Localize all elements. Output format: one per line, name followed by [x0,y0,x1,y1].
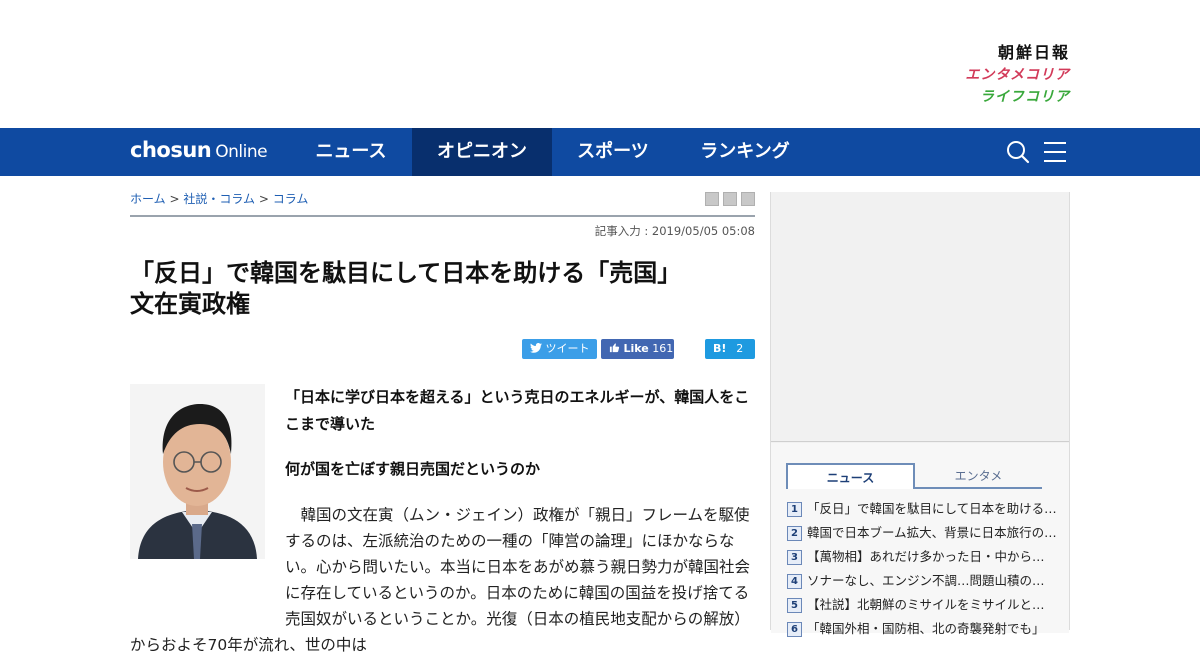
ad-slot [771,192,1069,442]
facebook-like-button[interactable]: Like 161 [601,339,674,359]
logo-text: chosun [130,138,212,162]
rank-number: 2 [787,526,802,541]
tweet-button[interactable]: ツイート [522,339,597,359]
ranking-title: ソナーなし、エンジン不調…問題山積の潜水艦 [807,573,1057,588]
ranking-title: 韓国で日本ブーム拡大、背景に日本旅行の大衆化 [807,525,1057,540]
logo-suffix: Online [215,142,268,162]
nav-sports[interactable]: スポーツ [552,128,674,176]
hamburger-menu-icon[interactable] [1044,142,1066,162]
article-headline: 「反日」で韓国を駄目にして日本を助ける「売国」 文在寅政権 [130,258,755,320]
text-size-icon[interactable] [723,192,737,206]
entame-korea-logo[interactable]: エンタメコリア [965,66,1070,88]
ranking-item[interactable]: 4 ソナーなし、エンジン不調…問題山積の潜水艦 [787,572,1057,596]
print-icon[interactable] [705,192,719,206]
rank-number: 3 [787,550,802,565]
article-subhead-2: 何が国を亡ぼす親日売国だというのか [285,460,541,478]
sidebar: ニュース エンタメ 1「反日」で韓国を駄目にして日本を助ける「売国」文在寅政権 … [770,192,1070,637]
rank-number: 5 [787,598,802,613]
ranking-title: 「韓国外相・国防相、北の奇襲発射でも」 [807,621,1045,636]
breadcrumb-home[interactable]: ホーム [130,192,166,206]
nav-opinion[interactable]: オピニオン [412,128,552,176]
ranking-item[interactable]: 6 「韓国外相・国防相、北の奇襲発射でも」 [787,620,1057,644]
chosun-ilbo-logo[interactable]: 朝鮮日報 [965,44,1070,66]
tab-entame[interactable]: エンタメ [915,463,1042,489]
ranking-title: 「反日」で韓国を駄目にして日本を助ける「売国」文在寅政権 [807,501,1057,516]
hatena-count: 2 [736,342,744,355]
header-divider [130,215,755,217]
ranking-list: 1 「反日」で韓国を駄目にして日本を助ける「売国」文在寅政権 2 韓国で日本ブーム拡… [787,500,1057,644]
thumbs-up-icon [609,343,620,353]
ranking-item[interactable]: 1 「反日」で韓国を駄目にして日本を助ける「売国」文在寅政権 [787,500,1057,524]
headline-line-2: 文在寅政権 [130,290,250,318]
article-body: 韓国の文在寅（ムン・ジェイン）政権が「親日」フレームを駆使するのは、左派統治のた… [130,502,755,658]
hatena-bookmark-button[interactable]: B! 2 [705,339,755,359]
rank-number: 1 [787,502,802,517]
rank-number: 4 [787,574,802,589]
tweet-label: ツイート [545,342,590,355]
tab-news[interactable]: ニュース [786,463,915,489]
ranking-tabs: ニュース エンタメ [786,463,1042,489]
headline-line-1: 「反日」で韓国を駄目にして日本を助ける「売国」 [130,259,682,287]
twitter-icon [530,343,542,353]
article-subhead-1: 「日本に学び日本を超える」という克日のエネルギーが、韓国人をここまで導いた [285,388,750,433]
ranking-item[interactable]: 3 【萬物相】あれだけ多かった日・中からの観光客は [787,548,1057,572]
ranking-box: ニュース エンタメ 1「反日」で韓国を駄目にして日本を助ける「売国」文在寅政権 … [771,443,1069,637]
ranking-item[interactable]: 5 【社説】北朝鮮のミサイルをミサイルと言えない政府 [787,596,1057,620]
top-brand-strip: 朝鮮日報 エンタメコリア ライフコリア [0,0,1200,128]
chosun-online-logo[interactable]: chosun Online [130,138,268,162]
breadcrumb-editorial[interactable]: 社説・コラム [183,192,255,206]
like-count: 161 [652,342,674,355]
breadcrumb-column[interactable]: コラム [273,192,309,206]
nav-news[interactable]: ニュース [290,128,412,176]
search-icon[interactable] [1006,140,1030,164]
article-dateline: 記事入力 : 2019/05/05 05:08 [594,224,755,238]
back-icon[interactable] [741,192,755,206]
life-korea-logo[interactable]: ライフコリア [965,88,1070,106]
brand-logos: 朝鮮日報 エンタメコリア ライフコリア [965,44,1070,106]
ranking-item[interactable]: 2 韓国で日本ブーム拡大、背景に日本旅行の大衆化 [787,524,1057,548]
article-tools [705,192,755,206]
breadcrumb: ホーム > 社説・コラム > コラム [130,192,309,206]
hatena-icon: B! [713,342,727,355]
nav-ranking[interactable]: ランキング [674,128,816,176]
ranking-title: 【社説】北朝鮮のミサイルをミサイルと言えない政府 [807,597,1057,612]
main-nav: chosun Online ニュース オピニオン スポーツ ランキング [0,128,1200,176]
like-label: Like [623,342,649,355]
ranking-title: 【萬物相】あれだけ多かった日・中からの観光客は [807,549,1057,564]
